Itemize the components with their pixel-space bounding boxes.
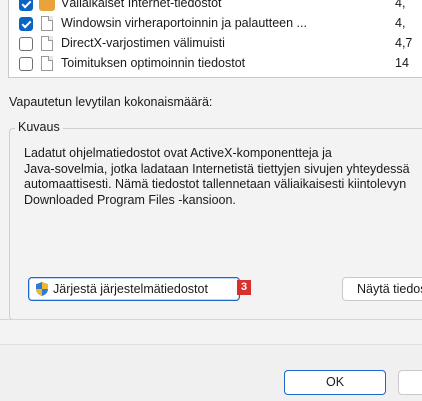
description-legend: Kuvaus [15, 120, 63, 134]
checkbox[interactable] [19, 17, 33, 31]
list-item[interactable]: Toimituksen optimoinnin tiedostot 14 [9, 53, 422, 75]
list-item[interactable]: DirectX-varjostimen välimuisti 4,7 [9, 33, 422, 55]
file-icon [41, 56, 53, 71]
view-files-button[interactable]: Näytä tiedostot [342, 277, 422, 301]
list-item-size: 14 [395, 56, 409, 70]
list-item-size: 4, [395, 16, 406, 30]
cleanup-system-files-label: Järjestä järjestelmätiedostot [53, 282, 208, 296]
list-item-label: Toimituksen optimoinnin tiedostot [61, 56, 246, 70]
checkbox[interactable] [19, 57, 33, 71]
total-space-label: Vapautetun levytilan kokonaismäärä: [9, 95, 213, 109]
description-text: Ladatut ohjelmatiedostot ovat ActiveX-ko… [24, 146, 410, 207]
file-icon [41, 36, 53, 51]
file-icon [41, 16, 53, 31]
list-item-label: DirectX-varjostimen välimuisti [61, 36, 225, 50]
divider [0, 319, 422, 320]
list-item-size: 4,7 [395, 36, 413, 50]
ok-button[interactable]: OK [284, 370, 386, 395]
files-to-delete-list[interactable]: Väliaikaiset Internet-tiedostot 4, Windo… [8, 0, 422, 78]
checkbox[interactable] [19, 37, 33, 51]
list-item-label: Väliaikaiset Internet-tiedostot [61, 0, 222, 10]
list-item-size: 4, [395, 0, 406, 10]
number-badge: 3 [237, 280, 251, 295]
lock-folder-icon [39, 0, 55, 11]
cancel-button[interactable] [398, 370, 422, 395]
list-item[interactable]: Windowsin virheraportoinnin ja palauttee… [9, 13, 422, 35]
checkbox[interactable] [19, 0, 33, 11]
view-files-label: Näytä tiedostot [357, 282, 422, 296]
shield-icon [36, 282, 48, 296]
cleanup-system-files-button[interactable]: Järjestä järjestelmätiedostot [28, 277, 240, 301]
list-item-label: Windowsin virheraportoinnin ja palauttee… [61, 16, 307, 30]
